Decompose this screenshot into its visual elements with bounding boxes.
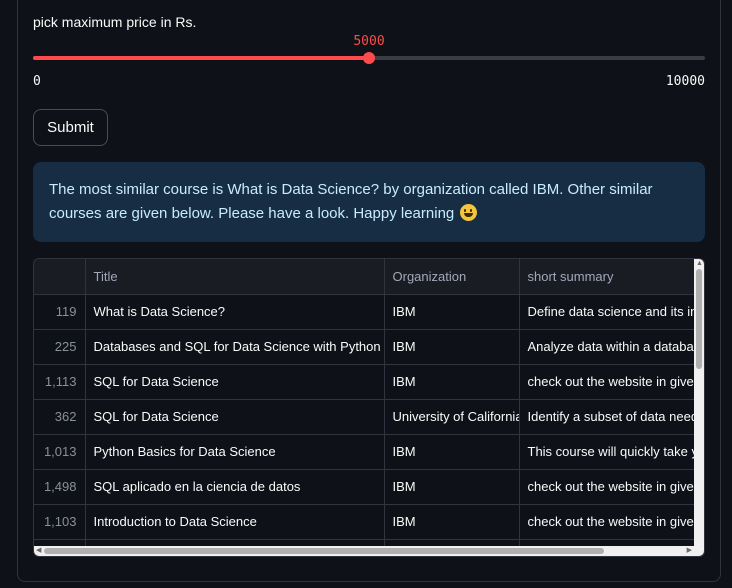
column-header-index[interactable]: [34, 259, 86, 295]
results-dataframe[interactable]: Title Organization short summary 119 Wha…: [33, 258, 705, 557]
slider-thumb[interactable]: [363, 52, 375, 64]
table-row[interactable]: 119 What is Data Science? IBM Define dat…: [34, 294, 704, 330]
cell-organization[interactable]: IBM: [384, 434, 520, 470]
cell-organization[interactable]: IBM: [384, 504, 520, 540]
scroll-right-arrow-icon[interactable]: ▶: [687, 546, 692, 556]
cell-summary[interactable]: Analyze data within a database: [519, 329, 704, 365]
horizontal-scrollbar[interactable]: ◀ ▶: [34, 546, 704, 556]
vertical-scroll-thumb[interactable]: [696, 269, 702, 369]
row-index: 1,498: [34, 469, 86, 505]
column-header-short-summary[interactable]: short summary: [519, 259, 704, 295]
info-alert: The most similar course is What is Data …: [33, 162, 705, 242]
table-row[interactable]: 1,103 Introduction to Data Science IBM c…: [34, 504, 704, 540]
cell-summary[interactable]: check out the website in given: [519, 504, 704, 540]
column-header-organization[interactable]: Organization: [384, 259, 520, 295]
cell-title[interactable]: SQL for Data Science: [85, 399, 385, 435]
row-index: 1,103: [34, 504, 86, 540]
cell-summary[interactable]: This course will quickly take you: [519, 434, 704, 470]
cell-organization[interactable]: IBM: [384, 294, 520, 330]
cell-summary[interactable]: check out the website in given: [519, 469, 704, 505]
cell-organization[interactable]: IBM: [384, 469, 520, 505]
results-table: Title Organization short summary 119 Wha…: [34, 259, 704, 556]
grinning-face-emoji-icon: [460, 204, 478, 221]
column-header-title[interactable]: Title: [85, 259, 385, 295]
scroll-left-arrow-icon[interactable]: ◀: [36, 546, 41, 556]
cell-organization[interactable]: IBM: [384, 364, 520, 400]
scroll-up-arrow-icon[interactable]: ▲: [696, 259, 703, 269]
table-row[interactable]: 1,498 SQL aplicado en la ciencia de dato…: [34, 469, 704, 505]
cell-summary[interactable]: Define data science and its imp: [519, 294, 704, 330]
table-row[interactable]: 1,013 Python Basics for Data Science IBM…: [34, 434, 704, 470]
row-index: 119: [34, 294, 86, 330]
slider-max-label: 10000: [665, 74, 705, 89]
cell-organization[interactable]: IBM: [384, 329, 520, 365]
table-row[interactable]: 1,113 SQL for Data Science IBM check out…: [34, 364, 704, 400]
cell-organization[interactable]: University of California: [384, 399, 520, 435]
row-index: 225: [34, 329, 86, 365]
price-slider[interactable]: [33, 52, 705, 64]
cell-title[interactable]: SQL aplicado en la ciencia de datos: [85, 469, 385, 505]
cell-summary[interactable]: Identify a subset of data needed: [519, 399, 704, 435]
cell-title[interactable]: Databases and SQL for Data Science with …: [85, 329, 385, 365]
cell-title[interactable]: Python Basics for Data Science: [85, 434, 385, 470]
row-index: 362: [34, 399, 86, 435]
vertical-scrollbar[interactable]: ▲: [694, 259, 704, 546]
info-message: The most similar course is What is Data …: [49, 181, 653, 222]
slider-value: 5000: [353, 34, 385, 49]
slider-fill: [33, 56, 369, 60]
table-row[interactable]: 362 SQL for Data Science University of C…: [34, 399, 704, 435]
row-index: 1,113: [34, 364, 86, 400]
table-header-row: Title Organization short summary: [34, 259, 704, 295]
horizontal-scroll-thumb[interactable]: [44, 548, 604, 554]
cell-title[interactable]: Introduction to Data Science: [85, 504, 385, 540]
table-row[interactable]: 225 Databases and SQL for Data Science w…: [34, 329, 704, 365]
slider-min-label: 0: [33, 74, 41, 89]
row-index: 1,013: [34, 434, 86, 470]
cell-title[interactable]: SQL for Data Science: [85, 364, 385, 400]
cell-summary[interactable]: check out the website in given: [519, 364, 704, 400]
slider-label: pick maximum price in Rs.: [33, 14, 197, 30]
submit-button[interactable]: Submit: [33, 109, 108, 146]
cell-title[interactable]: What is Data Science?: [85, 294, 385, 330]
